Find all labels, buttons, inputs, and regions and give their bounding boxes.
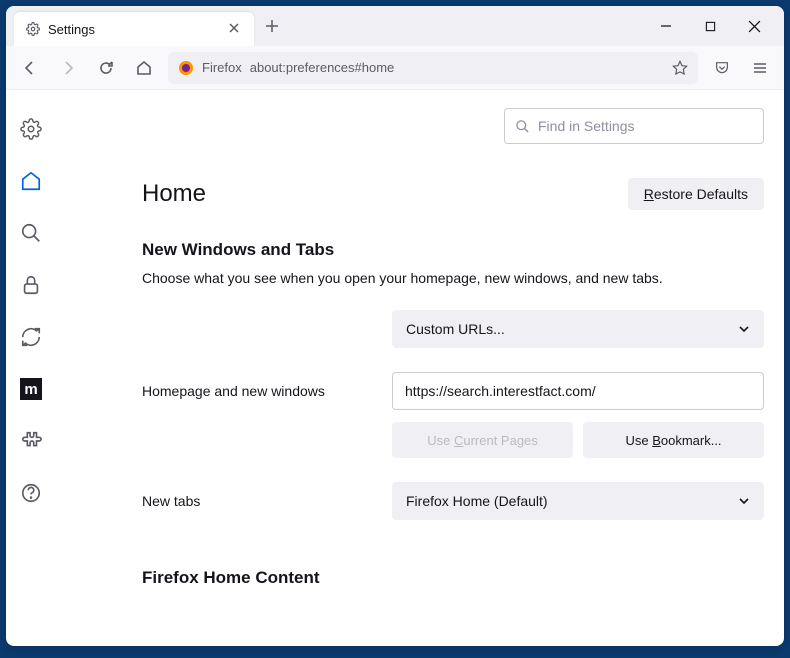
firefox-icon	[178, 60, 194, 76]
find-in-settings-input[interactable]: Find in Settings	[504, 108, 764, 144]
sidebar-privacy-icon[interactable]	[20, 274, 42, 296]
sidebar-home-icon[interactable]	[20, 170, 42, 192]
homepage-url-row: Homepage and new windows	[142, 372, 764, 410]
home-button[interactable]	[130, 54, 158, 82]
settings-sidebar: m	[6, 90, 56, 646]
sidebar-sync-icon[interactable]	[20, 326, 42, 348]
page-title: Home	[142, 180, 206, 208]
sidebar-search-icon[interactable]	[20, 222, 42, 244]
url-identity: Firefox	[202, 60, 242, 75]
select-value: Custom URLs...	[406, 321, 505, 337]
homepage-button-row: Use Current Pages Use Bookmark...	[392, 422, 764, 458]
chevron-down-icon	[738, 495, 750, 507]
homepage-windows-label: Homepage and new windows	[142, 383, 372, 399]
pocket-button[interactable]	[708, 54, 736, 82]
newtabs-select[interactable]: Firefox Home (Default)	[392, 482, 764, 520]
window-controls	[652, 12, 776, 40]
section-title: New Windows and Tabs	[142, 240, 764, 260]
newtabs-label: New tabs	[142, 493, 372, 509]
homepage-mode-select[interactable]: Custom URLs...	[392, 310, 764, 348]
close-window-button[interactable]	[740, 12, 768, 40]
use-current-pages-button[interactable]: Use Current Pages	[392, 422, 573, 458]
tab-title: Settings	[48, 22, 220, 37]
section-description: Choose what you see when you open your h…	[142, 270, 764, 286]
sidebar-general-icon[interactable]	[20, 118, 42, 140]
use-bookmark-button[interactable]: Use Bookmark...	[583, 422, 764, 458]
tab-settings[interactable]: Settings	[14, 12, 254, 46]
sidebar-extensions-icon[interactable]	[20, 430, 42, 452]
restore-defaults-button[interactable]: Restore Defaults	[628, 178, 764, 210]
find-placeholder: Find in Settings	[538, 118, 635, 134]
navigation-toolbar: Firefox about:preferences#home	[6, 46, 784, 90]
select-value: Firefox Home (Default)	[406, 493, 548, 509]
sidebar-help-icon[interactable]	[20, 482, 42, 504]
menu-button[interactable]	[746, 54, 774, 82]
chevron-down-icon	[738, 323, 750, 335]
maximize-button[interactable]	[696, 12, 724, 40]
sidebar-more-icon[interactable]: m	[20, 378, 42, 400]
settings-main: Find in Settings Home Restore Defaults N…	[56, 90, 784, 646]
page-header: Home Restore Defaults	[142, 178, 764, 210]
back-button[interactable]	[16, 54, 44, 82]
content-area: m Find in Settings Home Restore Defaults…	[6, 90, 784, 646]
firefox-home-content-title: Firefox Home Content	[142, 568, 764, 588]
tab-bar: Settings	[6, 6, 784, 46]
forward-button[interactable]	[54, 54, 82, 82]
homepage-url-input[interactable]	[392, 372, 764, 410]
url-bar[interactable]: Firefox about:preferences#home	[168, 52, 698, 84]
minimize-button[interactable]	[652, 12, 680, 40]
newtabs-row: New tabs Firefox Home (Default)	[142, 482, 764, 520]
gear-icon	[26, 22, 40, 36]
bookmark-star-icon[interactable]	[672, 60, 688, 76]
reload-button[interactable]	[92, 54, 120, 82]
new-tab-button[interactable]	[258, 12, 286, 40]
close-icon[interactable]	[228, 22, 242, 36]
homepage-mode-row: Custom URLs...	[142, 310, 764, 348]
browser-window: Settings Firefox about:preferences#home	[6, 6, 784, 646]
url-text: about:preferences#home	[250, 60, 395, 75]
search-icon	[515, 119, 530, 134]
